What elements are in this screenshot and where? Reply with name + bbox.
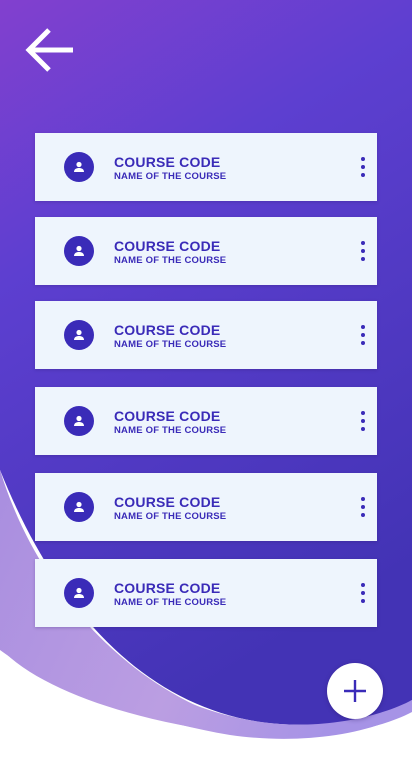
course-card[interactable]: COURSE CODE NAME OF THE COURSE [35, 387, 377, 455]
more-vertical-icon-dot [361, 427, 365, 431]
course-code: COURSE CODE [114, 238, 221, 254]
more-vertical-icon [361, 157, 365, 161]
course-menu-button[interactable] [353, 319, 373, 351]
more-vertical-icon-dot [361, 333, 365, 337]
course-card[interactable]: COURSE CODE NAME OF THE COURSE [35, 473, 377, 541]
person-icon [74, 329, 84, 340]
course-text: COURSE CODE NAME OF THE COURSE [114, 322, 226, 351]
more-vertical-icon-dot [361, 419, 365, 423]
more-vertical-icon-dot [361, 599, 365, 603]
course-card[interactable]: COURSE CODE NAME OF THE COURSE [35, 559, 377, 627]
course-menu-button[interactable] [353, 577, 373, 609]
avatar [64, 578, 94, 608]
arrow-left-icon [25, 28, 73, 72]
back-button[interactable] [22, 24, 78, 76]
add-course-button[interactable] [327, 663, 383, 719]
avatar [64, 236, 94, 266]
more-vertical-icon-dot [361, 165, 365, 169]
more-vertical-icon-dot [361, 505, 365, 509]
course-card[interactable]: COURSE CODE NAME OF THE COURSE [35, 217, 377, 285]
background-gradient [0, 0, 412, 739]
course-text: COURSE CODE NAME OF THE COURSE [114, 154, 226, 183]
course-menu-button[interactable] [353, 405, 373, 437]
more-vertical-icon-dot [361, 249, 365, 253]
person-icon [74, 415, 84, 426]
more-vertical-icon-dot [361, 173, 365, 177]
avatar [64, 152, 94, 182]
avatar [64, 320, 94, 350]
course-code: COURSE CODE [114, 580, 221, 596]
course-menu-button[interactable] [353, 491, 373, 523]
more-vertical-icon-dot [361, 591, 365, 595]
more-vertical-icon [361, 325, 365, 329]
course-name: NAME OF THE COURSE [114, 171, 227, 182]
person-icon [74, 245, 84, 256]
course-name: NAME OF THE COURSE [114, 339, 227, 350]
course-text: COURSE CODE NAME OF THE COURSE [114, 408, 226, 437]
course-card[interactable]: COURSE CODE NAME OF THE COURSE [35, 133, 377, 201]
course-code: COURSE CODE [114, 408, 221, 424]
person-icon [74, 587, 84, 598]
course-text: COURSE CODE NAME OF THE COURSE [114, 494, 226, 523]
course-menu-button[interactable] [353, 151, 373, 183]
course-menu-button[interactable] [353, 235, 373, 267]
course-card[interactable]: COURSE CODE NAME OF THE COURSE [35, 301, 377, 369]
person-icon [74, 501, 84, 512]
more-vertical-icon [361, 411, 365, 415]
plus-icon [344, 680, 366, 702]
more-vertical-icon-dot [361, 341, 365, 345]
avatar [64, 492, 94, 522]
course-text: COURSE CODE NAME OF THE COURSE [114, 238, 226, 267]
course-name: NAME OF THE COURSE [114, 425, 227, 436]
course-code: COURSE CODE [114, 322, 221, 338]
more-vertical-icon [361, 241, 365, 245]
more-vertical-icon [361, 583, 365, 587]
more-vertical-icon [361, 497, 365, 501]
more-vertical-icon-dot [361, 257, 365, 261]
avatar [64, 406, 94, 436]
course-name: NAME OF THE COURSE [114, 597, 227, 608]
person-icon [74, 161, 84, 172]
course-text: COURSE CODE NAME OF THE COURSE [114, 580, 226, 609]
more-vertical-icon-dot [361, 513, 365, 517]
course-name: NAME OF THE COURSE [114, 511, 227, 522]
course-code: COURSE CODE [114, 154, 221, 170]
course-code: COURSE CODE [114, 494, 221, 510]
course-list-screen: COURSE CODE NAME OF THE COURSE COURSE CO… [0, 0, 412, 769]
course-name: NAME OF THE COURSE [114, 255, 227, 266]
